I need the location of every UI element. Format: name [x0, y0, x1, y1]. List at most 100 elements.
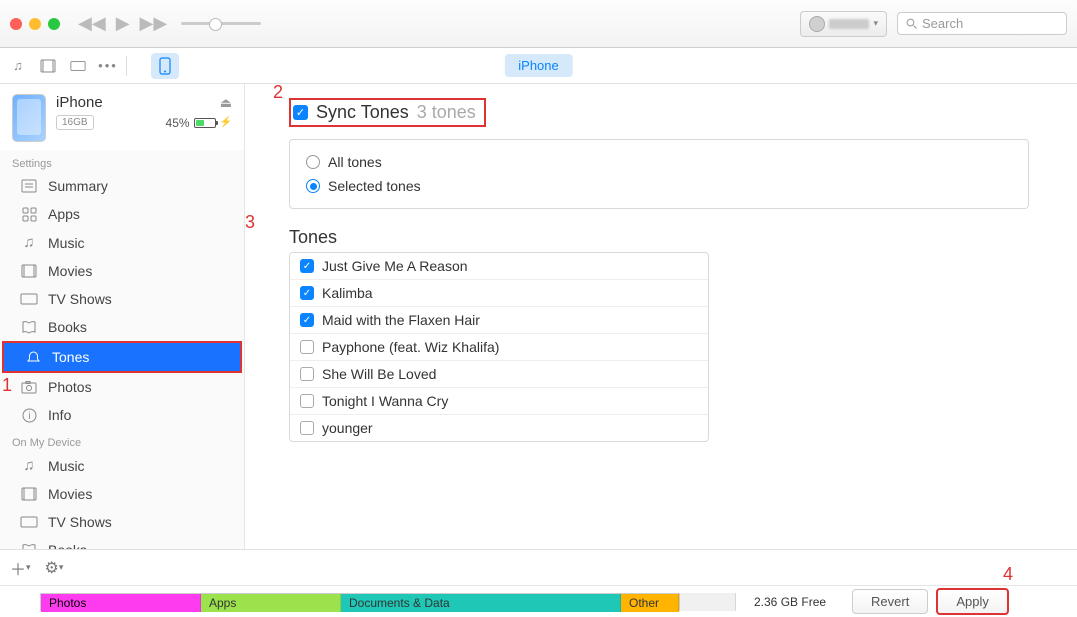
- sidebar-item-tones[interactable]: Tones: [2, 341, 242, 373]
- sidebar-item-photos[interactable]: Photos: [0, 373, 244, 401]
- account-name: [829, 19, 869, 29]
- sidebar-item-summary[interactable]: Summary: [0, 172, 244, 200]
- device-name-label: iPhone: [56, 94, 103, 111]
- sidebar-item-label: Info: [48, 407, 71, 423]
- sidebar-item-label: Summary: [48, 178, 108, 194]
- library-tab-strip: ♫ ••• iPhone: [0, 48, 1077, 84]
- radio-icon: [306, 155, 320, 169]
- sidebar-item-info[interactable]: i Info: [0, 401, 244, 429]
- avatar-icon: [809, 16, 825, 32]
- svg-text:i: i: [28, 411, 30, 422]
- tone-row[interactable]: Payphone (feat. Wiz Khalifa): [290, 334, 708, 361]
- main-panel: 2 ✓ Sync Tones 3 tones All tones Selecte…: [245, 84, 1077, 549]
- radio-all-tones[interactable]: All tones: [306, 150, 1012, 174]
- tone-checkbox[interactable]: ✓: [300, 313, 314, 327]
- sync-tones-checkbox[interactable]: ✓: [293, 105, 308, 120]
- music-tab-icon[interactable]: ♫: [10, 58, 26, 74]
- sidebar-device-item-books[interactable]: Books: [0, 536, 244, 549]
- play-button[interactable]: ▶: [116, 13, 130, 34]
- tone-checkbox[interactable]: [300, 367, 314, 381]
- tone-row[interactable]: ✓Maid with the Flaxen Hair: [290, 307, 708, 334]
- tone-checkbox[interactable]: [300, 421, 314, 435]
- tone-row[interactable]: ✓ Just Give Me A Reason: [290, 253, 708, 280]
- music-icon: ♫: [20, 234, 38, 251]
- sidebar-item-music[interactable]: ♫ Music: [0, 228, 244, 257]
- device-tab[interactable]: [151, 53, 179, 79]
- search-input[interactable]: Search: [897, 12, 1067, 35]
- free-space-label: 2.36 GB Free: [754, 595, 826, 609]
- forward-button[interactable]: ▶▶: [140, 13, 168, 34]
- books-icon: [20, 543, 38, 549]
- sync-tones-header[interactable]: ✓ Sync Tones 3 tones: [289, 98, 486, 127]
- tone-checkbox[interactable]: [300, 394, 314, 408]
- account-dropdown[interactable]: ▾: [800, 11, 887, 37]
- more-tab-icon[interactable]: •••: [100, 58, 116, 74]
- revert-button[interactable]: Revert: [852, 589, 928, 614]
- battery-icon: [194, 118, 216, 128]
- sync-tones-label: Sync Tones: [316, 102, 409, 123]
- radio-selected-label: Selected tones: [328, 178, 421, 194]
- radio-icon: [306, 179, 320, 193]
- window-titlebar: ◀◀ ▶ ▶▶ ▾ Search: [0, 0, 1077, 48]
- tone-label: Just Give Me A Reason: [322, 258, 468, 274]
- movies-tab-icon[interactable]: [40, 58, 56, 74]
- radio-all-label: All tones: [328, 154, 382, 170]
- phone-icon: [159, 57, 171, 75]
- add-button[interactable]: ＋▾: [10, 556, 31, 580]
- books-icon: [20, 320, 38, 334]
- sidebar-item-apps[interactable]: Apps: [0, 200, 244, 228]
- sidebar-item-label: Music: [48, 458, 85, 474]
- battery-percent-label: 45%: [166, 116, 190, 130]
- tone-row[interactable]: She Will Be Loved: [290, 361, 708, 388]
- tones-section-title: Tones: [289, 227, 1049, 248]
- info-icon: i: [20, 408, 38, 423]
- tv-tab-icon[interactable]: [70, 58, 86, 74]
- volume-slider[interactable]: [181, 22, 261, 25]
- movies-icon: [20, 487, 38, 501]
- search-icon: [906, 18, 918, 30]
- tone-checkbox[interactable]: ✓: [300, 259, 314, 273]
- sidebar-item-label: Music: [48, 235, 85, 251]
- music-icon: ♫: [20, 457, 38, 474]
- back-button[interactable]: ◀◀: [78, 13, 106, 34]
- sidebar-item-tv-shows[interactable]: TV Shows: [0, 285, 244, 313]
- capacity-badge: 16GB: [56, 115, 94, 130]
- sidebar-device-item-tv-shows[interactable]: TV Shows: [0, 508, 244, 536]
- device-image: [12, 94, 46, 142]
- fullscreen-window-icon[interactable]: [48, 18, 60, 30]
- tone-checkbox[interactable]: [300, 340, 314, 354]
- device-header: iPhone ⏏ 16GB 45% ⚡: [0, 84, 244, 150]
- tone-row[interactable]: Tonight I Wanna Cry: [290, 388, 708, 415]
- nav-back-forward: ◀◀ ▶ ▶▶: [78, 13, 167, 34]
- storage-segment-photos: Photos: [41, 594, 201, 612]
- minimize-window-icon[interactable]: [29, 18, 41, 30]
- search-placeholder: Search: [922, 16, 963, 31]
- tone-checkbox[interactable]: ✓: [300, 286, 314, 300]
- tone-label: Tonight I Wanna Cry: [322, 393, 448, 409]
- device-name-pill[interactable]: iPhone: [504, 54, 572, 77]
- tone-row[interactable]: younger: [290, 415, 708, 441]
- tone-label: younger: [322, 420, 373, 436]
- sidebar-item-label: TV Shows: [48, 514, 112, 530]
- sidebar-device-item-movies[interactable]: Movies: [0, 480, 244, 508]
- sidebar-item-label: Tones: [52, 349, 89, 365]
- close-window-icon[interactable]: [10, 18, 22, 30]
- tone-row[interactable]: ✓Kalimba: [290, 280, 708, 307]
- storage-segment-other: Other: [621, 594, 679, 612]
- sidebar-item-movies[interactable]: Movies: [0, 257, 244, 285]
- radio-selected-tones[interactable]: Selected tones: [306, 174, 1012, 198]
- chevron-down-icon: ▾: [873, 18, 878, 29]
- movies-icon: [20, 264, 38, 278]
- sidebar-item-label: Books: [48, 319, 87, 335]
- annotation-4: 4: [1003, 564, 1013, 585]
- apply-button[interactable]: Apply: [936, 588, 1009, 615]
- sidebar-item-label: TV Shows: [48, 291, 112, 307]
- tones-list: ✓ Just Give Me A Reason ✓Kalimba✓Maid with…: [289, 252, 709, 442]
- storage-free-segment: [680, 593, 736, 611]
- gear-menu-button[interactable]: ⚙▾: [45, 558, 64, 578]
- eject-icon[interactable]: ⏏: [220, 95, 232, 111]
- sync-tones-count: 3 tones: [417, 102, 476, 123]
- sidebar-device-item-music[interactable]: ♫ Music: [0, 451, 244, 480]
- sidebar-item-books[interactable]: Books: [0, 313, 244, 341]
- tone-label: She Will Be Loved: [322, 366, 436, 382]
